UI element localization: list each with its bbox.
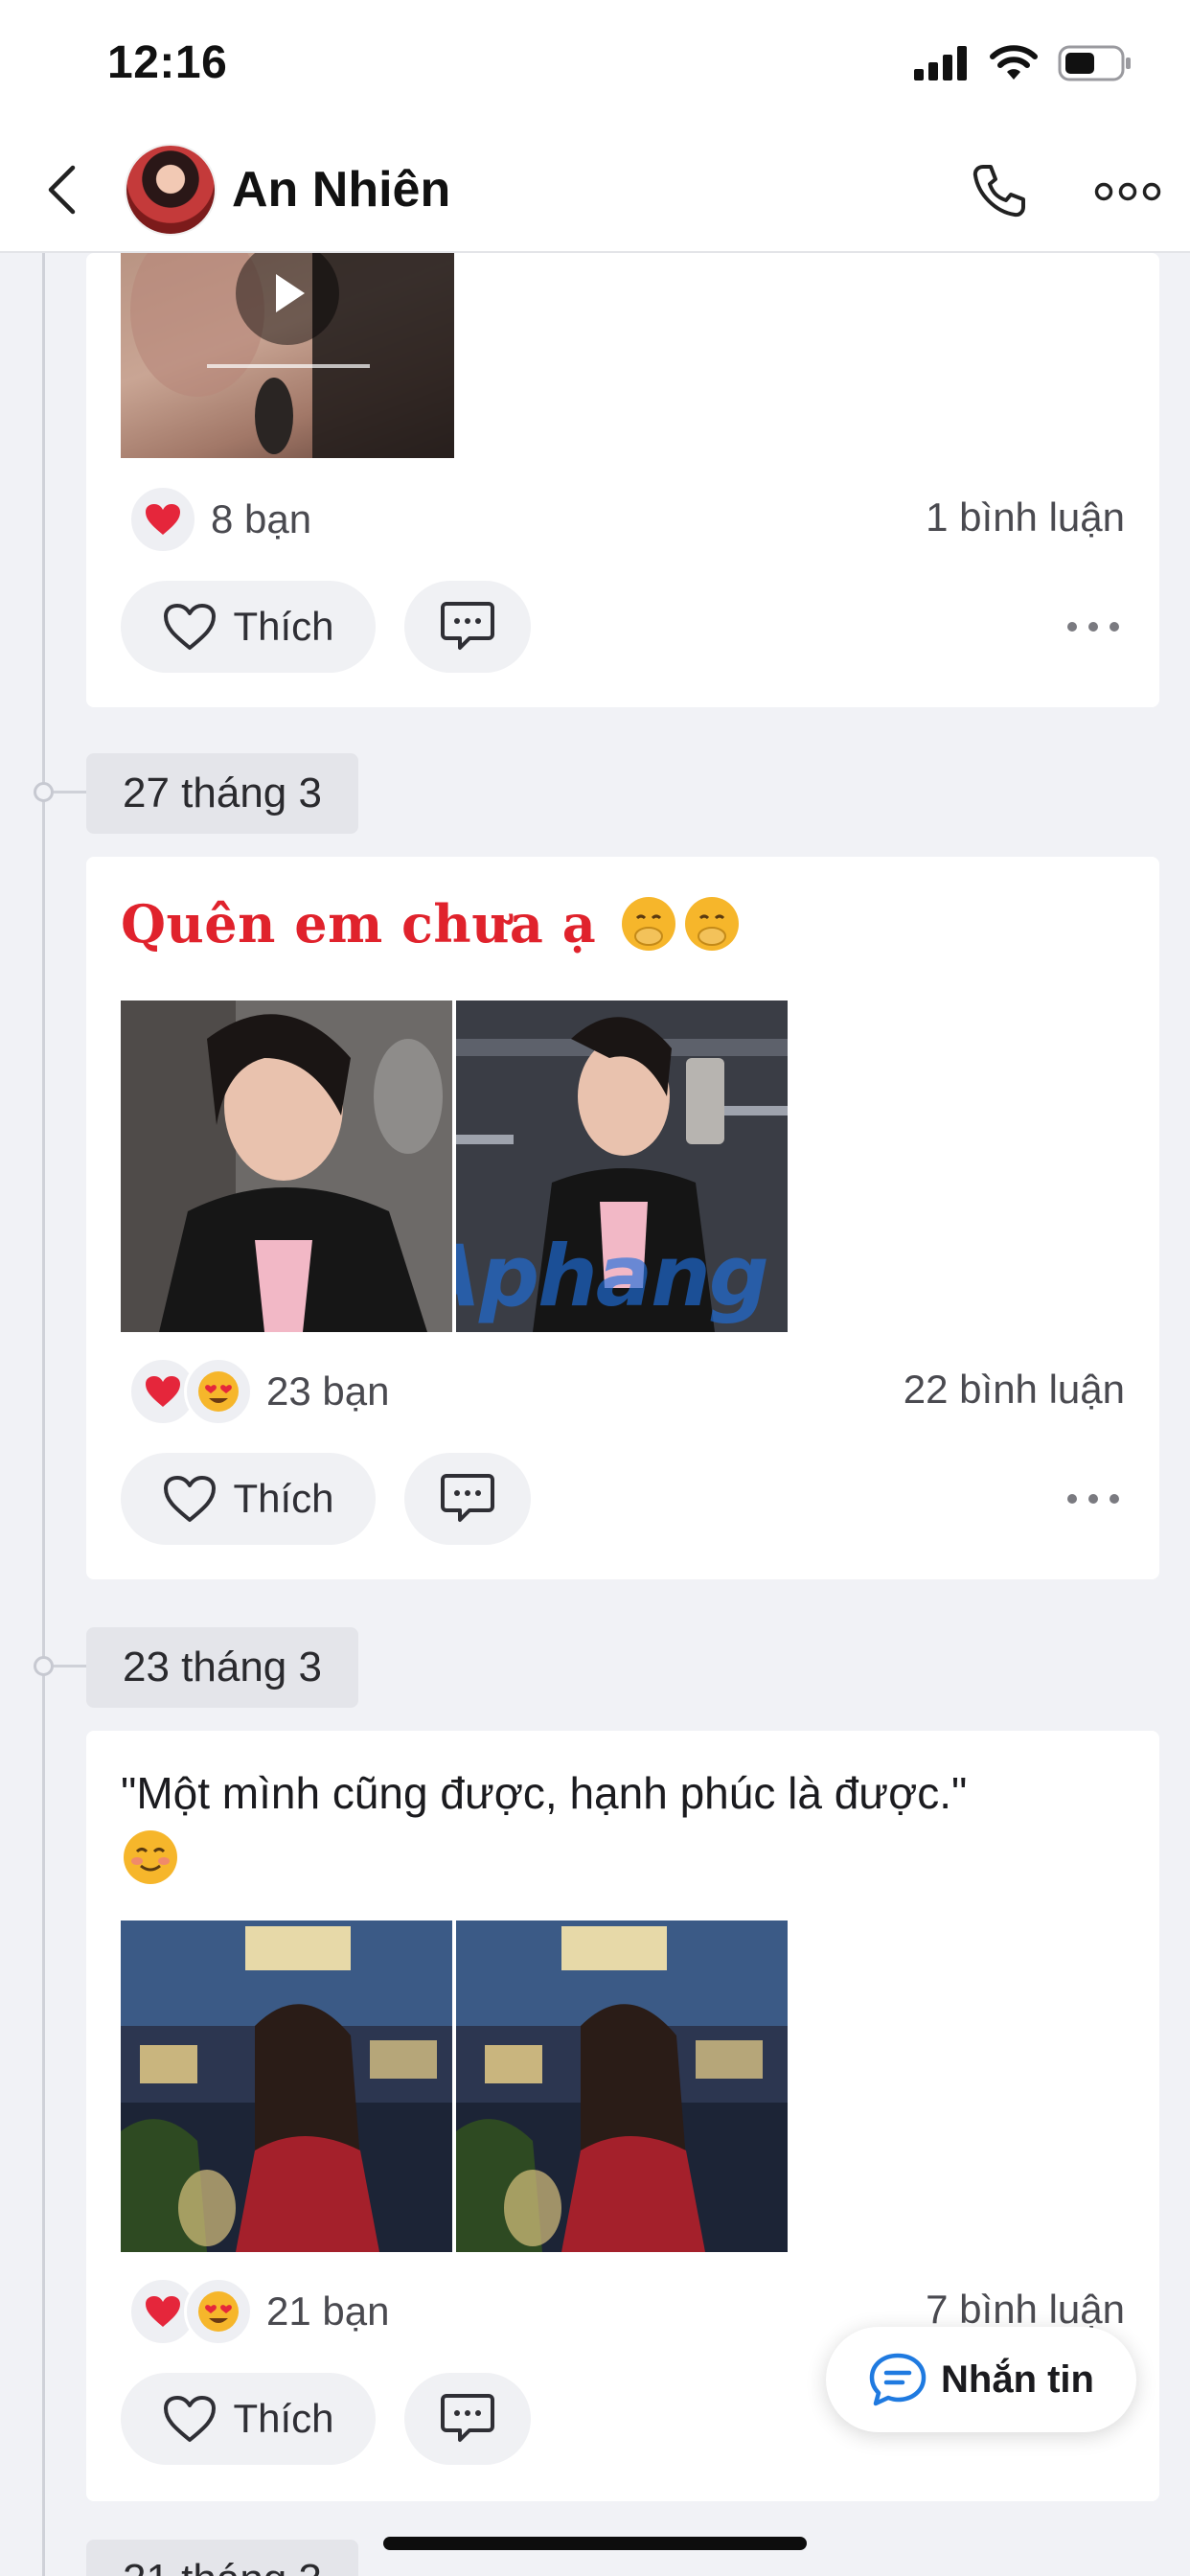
home-indicator <box>383 2537 807 2550</box>
contact-name[interactable]: An Nhiên <box>232 161 450 218</box>
back-button[interactable] <box>33 161 90 218</box>
heart-outline-icon <box>164 2396 217 2442</box>
like-label: Thích <box>233 1476 334 1521</box>
comment-button[interactable] <box>404 1453 531 1545</box>
heart-outline-icon <box>164 1476 217 1522</box>
chat-header: An Nhiên <box>0 126 1190 253</box>
heart-outline-icon <box>164 604 217 650</box>
comment-count[interactable]: 22 bình luận <box>904 1367 1125 1413</box>
photo-image <box>121 1920 452 2252</box>
avatar[interactable] <box>125 144 217 236</box>
status-icons <box>914 42 1133 84</box>
reaction-count: 21 bạn <box>266 2288 390 2334</box>
more-horizontal-icon <box>1067 1494 1119 1504</box>
chevron-left-icon <box>48 165 76 215</box>
reaction-summary[interactable]: 23 bạn <box>128 1357 389 1426</box>
face-with-hand-over-mouth-icon <box>621 897 675 951</box>
battery-icon <box>1058 45 1131 81</box>
comment-button[interactable] <box>404 581 531 673</box>
comment-count[interactable]: 1 bình luận <box>926 494 1125 540</box>
post-more-button[interactable] <box>1060 1480 1127 1518</box>
video-preview-image <box>130 253 454 458</box>
wifi-icon <box>990 45 1038 80</box>
heart-eyes-reaction-icon <box>184 2277 253 2346</box>
photo-image <box>121 1000 452 1332</box>
comment-count[interactable]: 7 bình luận <box>926 2287 1125 2333</box>
cellular-signal-icon <box>914 46 967 80</box>
post-title: Quên em chưa ạ <box>121 893 742 954</box>
reaction-summary[interactable]: 8 bạn <box>128 485 311 554</box>
post-photo[interactable] <box>121 1920 452 2252</box>
status-time: 12:16 <box>107 37 228 88</box>
reaction-count: 23 bạn <box>266 1368 390 1414</box>
like-button[interactable]: Thích <box>121 1453 376 1545</box>
comment-icon <box>441 602 494 650</box>
date-chip: 27 tháng 3 <box>86 753 358 834</box>
chat-timeline-screen: 12:16 An Nhiên 8 bạn 1 bình luận Thích 2… <box>0 0 1190 2576</box>
post-photo[interactable] <box>456 1920 788 2252</box>
date-chip: 23 tháng 3 <box>86 1627 358 1708</box>
like-label: Thích <box>233 604 334 649</box>
chat-bubble-icon <box>869 2353 927 2406</box>
post-card: Quên em chưa ạ phang 23 bạn 22 bình luận… <box>86 857 1159 1579</box>
timeline-connector <box>54 1665 86 1668</box>
timeline-line <box>42 253 45 2576</box>
video-thumbnail[interactable] <box>121 253 454 458</box>
post-text: "Một mình cũng được, hạnh phúc là được." <box>121 1760 1108 1894</box>
status-bar: 12:16 <box>0 0 1190 126</box>
message-button[interactable]: Nhắn tin <box>826 2327 1136 2432</box>
comment-icon <box>441 2394 494 2442</box>
timeline-connector <box>54 791 86 794</box>
smiling-face-icon <box>124 1830 177 1884</box>
reaction-summary[interactable]: 21 bạn <box>128 2277 389 2346</box>
more-horizontal-icon <box>1094 182 1161 201</box>
like-button[interactable]: Thích <box>121 2373 376 2465</box>
phone-icon <box>973 165 1025 218</box>
watermark-text: Aphang <box>456 1227 769 1325</box>
like-label: Thích <box>233 2396 334 2441</box>
call-button[interactable] <box>968 159 1031 222</box>
face-with-hand-over-mouth-icon <box>684 897 739 951</box>
like-button[interactable]: Thích <box>121 581 376 673</box>
date-chip: 21 tháng 3 <box>86 2540 358 2576</box>
more-options-button[interactable] <box>1088 165 1167 218</box>
post-photo[interactable]: Aphang <box>456 1000 788 1332</box>
photo-image <box>456 1920 788 2252</box>
comment-button[interactable] <box>404 2373 531 2465</box>
heart-eyes-reaction-icon <box>184 1357 253 1426</box>
post-more-button[interactable] <box>1060 608 1127 646</box>
post-card: 8 bạn 1 bình luận Thích <box>86 253 1159 707</box>
more-horizontal-icon <box>1067 622 1119 632</box>
post-photo[interactable] <box>121 1000 452 1332</box>
message-button-label: Nhắn tin <box>941 2358 1094 2401</box>
heart-reaction-icon <box>128 485 197 554</box>
timeline-dot <box>34 1656 54 1676</box>
timeline-dot <box>34 782 54 802</box>
comment-icon <box>441 1474 494 1522</box>
reaction-count: 8 bạn <box>211 496 312 541</box>
